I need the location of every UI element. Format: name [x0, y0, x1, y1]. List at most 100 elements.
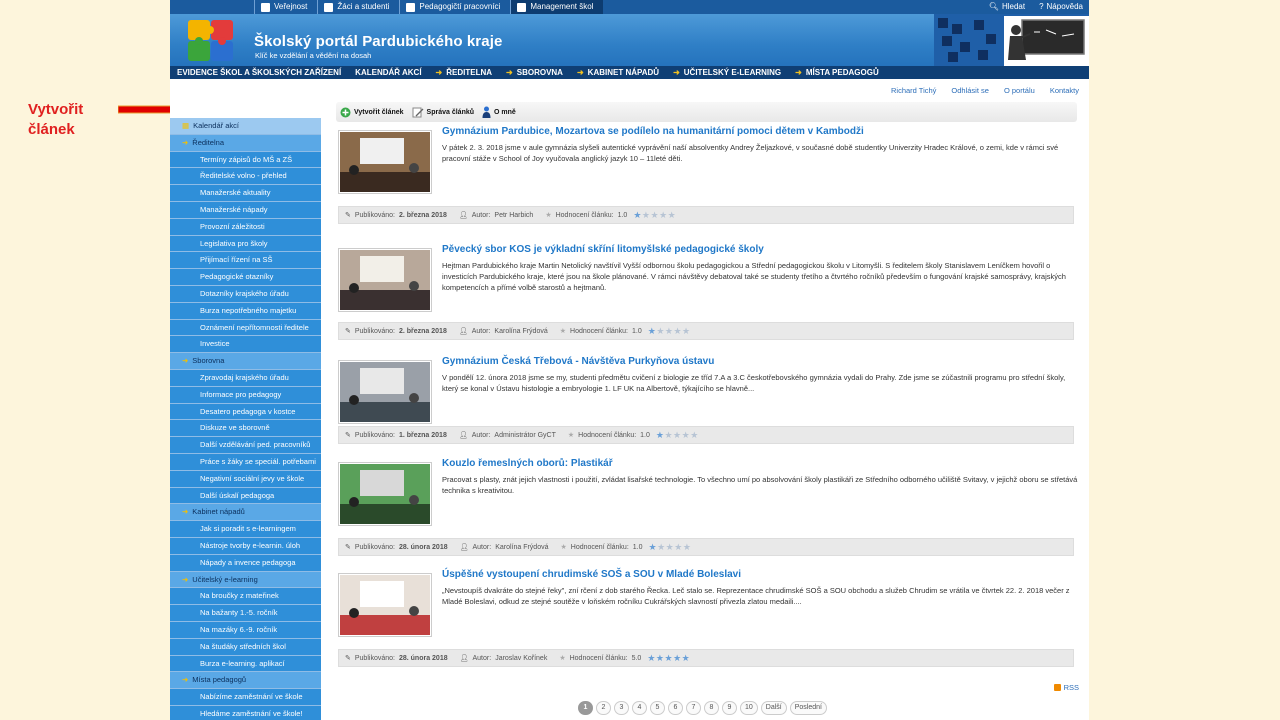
rating-star-icon[interactable]: ★: [665, 326, 673, 336]
rating-star-icon[interactable]: ★: [633, 210, 641, 220]
sidebar-item-1[interactable]: ➜ Ředitelna: [170, 134, 321, 152]
about-portal-link[interactable]: O portálu: [1004, 86, 1035, 95]
manage-articles-button[interactable]: Správa článků: [412, 107, 474, 118]
rating-stars[interactable]: ★ ★ ★ ★ ★: [648, 326, 690, 336]
sidebar-item-22[interactable]: Další úskalí pedagoga: [170, 487, 321, 505]
article-title-link[interactable]: Pěvecký sbor KOS je výkladní skříní lito…: [442, 244, 764, 255]
main-nav-item-1[interactable]: KALENDÁŘ AKCÍ: [348, 68, 428, 77]
sidebar-item-18[interactable]: Diskuze ve sborovně: [170, 420, 321, 438]
rating-stars[interactable]: ★ ★ ★ ★ ★: [656, 430, 698, 440]
article-thumbnail[interactable]: [338, 130, 432, 194]
page-button-7[interactable]: 8: [704, 701, 719, 715]
rating-star-icon[interactable]: ★: [674, 542, 682, 552]
rating-star-icon[interactable]: ★: [664, 653, 672, 663]
sidebar-item-21[interactable]: Negativní sociální jevy ve škole: [170, 470, 321, 488]
rating-star-icon[interactable]: ★: [673, 653, 681, 663]
page-button-2[interactable]: 3: [614, 701, 629, 715]
main-nav-item-5[interactable]: ➜ UČITELSKÝ E-LEARNING: [666, 68, 788, 77]
rating-star-icon[interactable]: ★: [673, 430, 681, 440]
page-button-4[interactable]: 5: [650, 701, 665, 715]
rating-star-icon[interactable]: ★: [673, 326, 681, 336]
sidebar-item-5[interactable]: Manažerské nápady: [170, 201, 321, 219]
sidebar-item-4[interactable]: Manažerské aktuality: [170, 185, 321, 202]
rating-stars[interactable]: ★ ★ ★ ★ ★: [649, 542, 691, 552]
sidebar-item-11[interactable]: Burza nepotřebného majetku: [170, 302, 321, 320]
sidebar-item-23[interactable]: ➜ Kabinet nápadů: [170, 504, 321, 522]
rating-star-icon[interactable]: ★: [647, 653, 655, 663]
rating-star-icon[interactable]: ★: [668, 210, 676, 220]
sidebar-item-10[interactable]: Dotazníky krajského úřadu: [170, 285, 321, 303]
main-nav-item-2[interactable]: ➜ ŘEDITELNA: [429, 68, 499, 77]
rating-star-icon[interactable]: ★: [682, 430, 690, 440]
article-thumbnail[interactable]: [338, 360, 432, 424]
sidebar-item-12[interactable]: Oznámení nepřítomnosti ředitele: [170, 319, 321, 337]
article-title-link[interactable]: Gymnázium Česká Třebová - Návštěva Purky…: [442, 356, 714, 367]
sidebar-item-26[interactable]: Nápady a invence pedagoga: [170, 554, 321, 572]
rating-star-icon[interactable]: ★: [649, 542, 657, 552]
sidebar-item-20[interactable]: Práce s žáky se speciál. potřebami: [170, 453, 321, 471]
page-button-9[interactable]: 10: [740, 701, 758, 715]
rating-stars[interactable]: ★ ★ ★ ★ ★: [633, 210, 676, 220]
page-button-1[interactable]: 2: [596, 701, 611, 715]
sidebar-item-16[interactable]: Informace pro pedagogy: [170, 386, 321, 404]
rating-star-icon[interactable]: ★: [664, 430, 672, 440]
page-button-6[interactable]: 7: [686, 701, 701, 715]
article-title-link[interactable]: Kouzlo řemeslných oborů: Plastikář: [442, 458, 613, 469]
sidebar-item-3[interactable]: Ředitelské volno - přehled: [170, 168, 321, 186]
sidebar-item-31[interactable]: Na študáky středních škol: [170, 638, 321, 656]
tab-audience-0[interactable]: Veřejnost: [254, 0, 317, 14]
sidebar-item-14[interactable]: ➜ Sborovna: [170, 353, 321, 370]
user-name-link[interactable]: Richard Tichý: [891, 86, 936, 95]
sidebar-item-35[interactable]: Hledáme zaměstnání ve škole!: [170, 705, 321, 720]
tab-audience-1[interactable]: Žáci a studenti: [317, 0, 399, 14]
page-button-8[interactable]: 9: [722, 701, 737, 715]
create-article-button[interactable]: Vytvořit článek: [340, 107, 404, 118]
rating-stars[interactable]: ★ ★ ★ ★ ★: [647, 653, 690, 663]
sidebar-item-29[interactable]: Na bažanty 1.-5. ročník: [170, 605, 321, 622]
sidebar-item-32[interactable]: Burza e-learning. aplikací: [170, 655, 321, 673]
rating-star-icon[interactable]: ★: [682, 653, 690, 663]
article-title-link[interactable]: Úspěšné vystoupení chrudimské SOŠ a SOU …: [442, 569, 741, 580]
sidebar-item-19[interactable]: Další vzdělávání ped. pracovníků: [170, 437, 321, 454]
main-nav-item-6[interactable]: ➜ MÍSTA PEDAGOGŮ: [788, 68, 886, 77]
tab-audience-2[interactable]: Pedagogičtí pracovníci: [399, 0, 510, 14]
sidebar-item-25[interactable]: Nástroje tvorby e-learnin. úloh: [170, 537, 321, 555]
tab-audience-3[interactable]: Management škol: [510, 0, 604, 14]
rating-star-icon[interactable]: ★: [650, 210, 658, 220]
sidebar-item-0[interactable]: ▦ Kalendář akcí: [170, 118, 321, 135]
sidebar-item-33[interactable]: ➜ Místa pedagogů: [170, 672, 321, 690]
sidebar-item-28[interactable]: Na broučky z mateřinek: [170, 588, 321, 606]
page-button-0[interactable]: 1: [578, 701, 593, 715]
main-nav-item-4[interactable]: ➜ KABINET NÁPADŮ: [570, 68, 666, 77]
sidebar-item-15[interactable]: Zpravodaj krajského úřadu: [170, 369, 321, 387]
sidebar-item-2[interactable]: Termíny zápisů do MŠ a ZŠ: [170, 151, 321, 169]
rating-star-icon[interactable]: ★: [657, 542, 665, 552]
contacts-link[interactable]: Kontakty: [1050, 86, 1079, 95]
rating-star-icon[interactable]: ★: [656, 653, 664, 663]
sidebar-item-17[interactable]: Desatero pedagoga v kostce: [170, 403, 321, 421]
sidebar-item-13[interactable]: Investice: [170, 336, 321, 354]
sidebar-item-24[interactable]: Jak si poradit s e-learningem: [170, 521, 321, 538]
sidebar-item-7[interactable]: Legislativa pro školy: [170, 235, 321, 253]
sidebar-item-8[interactable]: Přijímací řízení na SŠ: [170, 252, 321, 270]
sidebar-item-30[interactable]: Na mazáky 6.-9. ročník: [170, 621, 321, 639]
main-nav-item-0[interactable]: EVIDENCE ŠKOL A ŠKOLSKÝCH ZAŘÍZENÍ: [170, 68, 348, 77]
rating-star-icon[interactable]: ★: [683, 542, 691, 552]
rating-star-icon[interactable]: ★: [656, 326, 664, 336]
rating-star-icon[interactable]: ★: [682, 326, 690, 336]
page-button-3[interactable]: 4: [632, 701, 647, 715]
about-me-button[interactable]: O mně: [482, 106, 516, 118]
main-nav-item-3[interactable]: ➜ SBOROVNA: [499, 68, 570, 77]
rating-star-icon[interactable]: ★: [648, 326, 656, 336]
page-button-11[interactable]: Poslední: [789, 701, 827, 715]
rating-star-icon[interactable]: ★: [659, 210, 667, 220]
rating-star-icon[interactable]: ★: [690, 430, 698, 440]
search-link[interactable]: 🔍︎ Hledat: [989, 0, 1025, 14]
article-title-link[interactable]: Gymnázium Pardubice, Mozartova se podíle…: [442, 126, 864, 137]
article-thumbnail[interactable]: [338, 462, 432, 526]
sidebar-item-34[interactable]: Nabízíme zaměstnání ve škole: [170, 689, 321, 706]
article-thumbnail[interactable]: [338, 248, 432, 312]
rating-star-icon[interactable]: ★: [642, 210, 650, 220]
logout-link[interactable]: Odhlásit se: [951, 86, 989, 95]
rating-star-icon[interactable]: ★: [666, 542, 674, 552]
